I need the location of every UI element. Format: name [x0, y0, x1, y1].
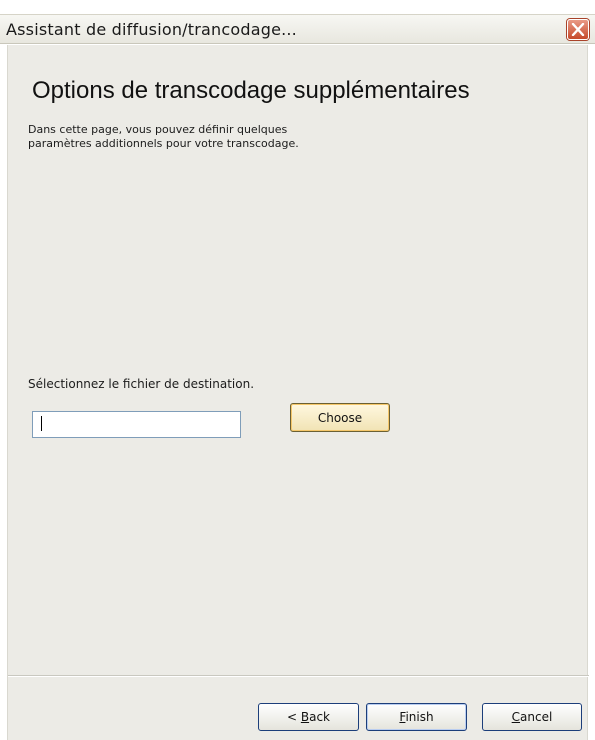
text-caret — [41, 416, 42, 431]
destination-label: Sélectionnez le fichier de destination. — [28, 377, 255, 391]
wizard-window: Assistant de diffusion/trancodage... Opt… — [0, 0, 595, 740]
close-button[interactable] — [567, 19, 589, 40]
choose-button[interactable]: Choose — [290, 403, 390, 432]
description-line: paramètres additionnels pour votre trans… — [28, 137, 299, 150]
wizard-page: Options de transcodage supplémentaires D… — [7, 45, 589, 740]
title-bar[interactable]: Assistant de diffusion/trancodage... — [0, 14, 595, 44]
destination-file-input[interactable] — [32, 411, 241, 438]
back-prefix: < — [286, 710, 301, 724]
window-title: Assistant de diffusion/trancodage... — [6, 20, 297, 39]
close-icon — [571, 23, 585, 36]
cancel-button[interactable]: Cancel — [482, 703, 582, 731]
finish-label: inish — [405, 710, 434, 724]
back-label: ack — [309, 710, 330, 724]
finish-button[interactable]: Finish — [366, 703, 467, 731]
back-mnemonic: B — [300, 710, 310, 724]
description-line: Dans cette page, vous pouvez définir que… — [28, 123, 288, 136]
footer-divider — [8, 675, 589, 677]
cancel-mnemonic: C — [511, 710, 521, 724]
page-description: Dans cette page, vous pouvez définir que… — [28, 123, 388, 151]
page-title: Options de transcodage supplémentaires — [32, 77, 470, 104]
back-button[interactable]: < Back — [258, 703, 359, 731]
cancel-label: ancel — [520, 710, 553, 724]
